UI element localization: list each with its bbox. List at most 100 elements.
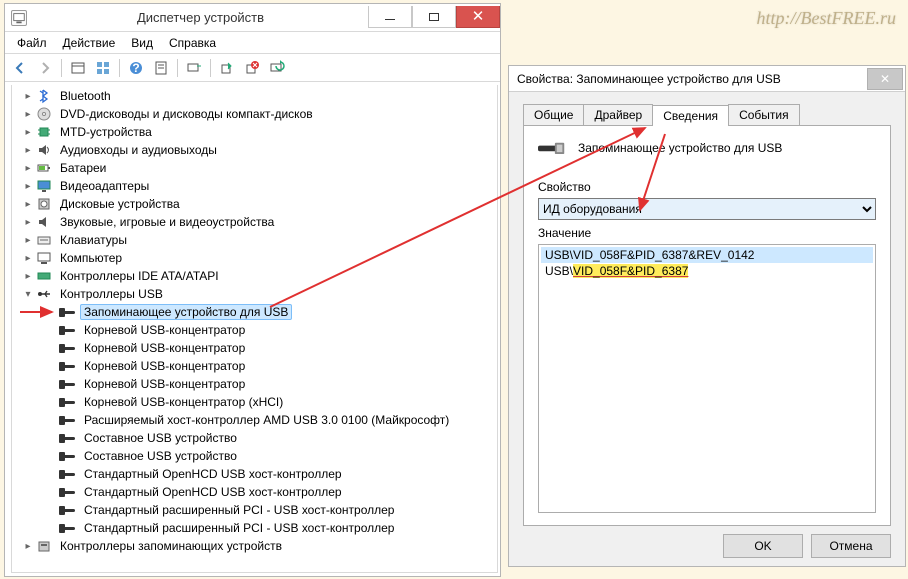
expand-icon[interactable]: ▸: [22, 540, 34, 552]
tree-device-item[interactable]: Корневой USB-концентратор: [44, 339, 497, 357]
tree-category[interactable]: ▸ DVD-дисководы и дисководы компакт-диско…: [18, 105, 497, 123]
menu-view[interactable]: Вид: [123, 34, 161, 52]
tree-category[interactable]: ▸Звуковые, игровые и видеоустройства: [18, 213, 497, 231]
tree-device-item[interactable]: Составное USB устройство: [44, 447, 497, 465]
expand-icon[interactable]: ▸: [22, 216, 34, 228]
usb-device-icon: [60, 358, 76, 374]
ok-button[interactable]: OK: [723, 534, 803, 558]
watermark-text: http://BestFREE.ru: [757, 8, 896, 29]
storage-icon: [36, 538, 52, 554]
tree-category[interactable]: ▸ Контроллеры запоминающих устройств: [18, 537, 497, 555]
expand-icon[interactable]: ▸: [22, 198, 34, 210]
tb-back-icon[interactable]: [9, 57, 31, 79]
tb-properties-icon[interactable]: [150, 57, 172, 79]
value-listbox[interactable]: USB\VID_058F&PID_6387&REV_0142USB\VID_05…: [538, 244, 876, 513]
tab-driver[interactable]: Драйвер: [583, 104, 653, 125]
tree-device-item[interactable]: Корневой USB-концентратор: [44, 321, 497, 339]
expand-icon[interactable]: ▸: [22, 234, 34, 246]
tb-scan-icon[interactable]: [183, 57, 205, 79]
tree-device-item[interactable]: Корневой USB-концентратор: [44, 375, 497, 393]
hardware-id-value[interactable]: USB\VID_058F&PID_6387&REV_0142: [541, 247, 873, 263]
tree-device-item[interactable]: Стандартный OpenHCD USB хост-контроллер: [44, 483, 497, 501]
tree-category[interactable]: ▸ Клавиатуры: [18, 231, 497, 249]
tree-device-label: Стандартный OpenHCD USB хост-контроллер: [80, 484, 346, 500]
tree-device-item[interactable]: Составное USB устройство: [44, 429, 497, 447]
tree-device-item[interactable]: Расширяемый хост-контроллер AMD USB 3.0 …: [44, 411, 497, 429]
tree-device-label: Запоминающее устройство для USB: [80, 304, 292, 320]
audio-icon: [36, 142, 52, 158]
property-select[interactable]: ИД оборудования: [538, 198, 876, 220]
menu-help[interactable]: Справка: [161, 34, 224, 52]
maximize-button[interactable]: [412, 6, 456, 28]
tree-device-item[interactable]: Корневой USB-концентратор: [44, 357, 497, 375]
expand-icon[interactable]: ▸: [22, 162, 34, 174]
cancel-button[interactable]: Отмена: [811, 534, 891, 558]
device-tree[interactable]: ▸ Bluetooth ▸ DVD-дисководы и дисководы ком…: [11, 85, 498, 573]
usb-device-icon: [60, 412, 76, 428]
tree-category[interactable]: ▸Контроллеры IDE ATA/ATAPI: [18, 267, 497, 285]
tree-category[interactable]: ▸Аудиовходы и аудиовыходы: [18, 141, 497, 159]
tree-category-label: Контроллеры запоминающих устройств: [56, 538, 286, 554]
display-icon: [36, 178, 52, 194]
tree-device-item[interactable]: Корневой USB-концентратор (xHCI): [44, 393, 497, 411]
usb-device-icon: [60, 502, 76, 518]
tree-category[interactable]: ▸MTD-устройства: [18, 123, 497, 141]
props-close-button[interactable]: ✕: [867, 68, 903, 90]
tree-device-label: Корневой USB-концентратор: [80, 358, 249, 374]
hardware-id-value[interactable]: USB\VID_058F&PID_6387: [541, 263, 873, 279]
expand-icon[interactable]: ▸: [22, 180, 34, 192]
tree-category-label: Клавиатуры: [56, 232, 131, 248]
tree-device-item[interactable]: Стандартный OpenHCD USB хост-контроллер: [44, 465, 497, 483]
tb-show-icon[interactable]: [67, 57, 89, 79]
tree-category-label: Контроллеры USB: [56, 286, 167, 302]
expand-icon[interactable]: ▸: [22, 270, 34, 282]
tb-refresh-icon[interactable]: [266, 57, 288, 79]
expand-icon[interactable]: ▸: [22, 126, 34, 138]
tree-device-label: Составное USB устройство: [80, 430, 241, 446]
tab-events[interactable]: События: [728, 104, 800, 125]
expand-icon[interactable]: ▸: [22, 144, 34, 156]
props-title: Свойства: Запоминающее устройство для US…: [509, 72, 867, 86]
collapse-icon[interactable]: ▾: [22, 288, 34, 300]
tb-update-icon[interactable]: [216, 57, 238, 79]
computer-icon: [36, 250, 52, 266]
tree-category[interactable]: ▸Батареи: [18, 159, 497, 177]
toolbar: ?: [5, 54, 500, 82]
tree-device-item[interactable]: Стандартный расширенный PCI - USB хост-к…: [44, 501, 497, 519]
tb-forward-icon[interactable]: [34, 57, 56, 79]
tree-category-label: Bluetooth: [56, 88, 115, 104]
properties-dialog: Свойства: Запоминающее устройство для US…: [508, 65, 906, 567]
dm-titlebar[interactable]: Диспетчер устройств ✕: [5, 4, 500, 32]
menu-bar: Файл Действие Вид Справка: [5, 32, 500, 54]
tree-category-label: DVD-дисководы и дисководы компакт-дисков: [56, 106, 317, 122]
menu-action[interactable]: Действие: [55, 34, 124, 52]
usb-device-icon: [60, 394, 76, 410]
minimize-button[interactable]: [368, 6, 412, 28]
expand-icon[interactable]: ▸: [22, 90, 34, 102]
tb-uninstall-icon[interactable]: [241, 57, 263, 79]
tree-device-label: Стандартный расширенный PCI - USB хост-к…: [80, 520, 398, 536]
tree-device-label: Составное USB устройство: [80, 448, 241, 464]
tab-details[interactable]: Сведения: [652, 105, 729, 126]
tree-category[interactable]: ▾ Контроллеры USB Запоминающее устройство …: [18, 285, 497, 537]
property-field-label: Свойство: [538, 180, 876, 194]
tree-device-item[interactable]: Стандартный расширенный PCI - USB хост-к…: [44, 519, 497, 537]
tree-device-item[interactable]: Запоминающее устройство для USB: [44, 303, 497, 321]
tree-category[interactable]: ▸Компьютер: [18, 249, 497, 267]
props-titlebar[interactable]: Свойства: Запоминающее устройство для US…: [509, 66, 905, 92]
close-button[interactable]: ✕: [456, 6, 500, 28]
tree-device-label: Расширяемый хост-контроллер AMD USB 3.0 …: [80, 412, 453, 428]
expand-icon[interactable]: ▸: [22, 252, 34, 264]
tb-details-icon[interactable]: [92, 57, 114, 79]
ide-icon: [36, 268, 52, 284]
expand-icon[interactable]: ▸: [22, 108, 34, 120]
tree-category[interactable]: ▸Дисковые устройства: [18, 195, 497, 213]
value-field-label: Значение: [538, 226, 876, 240]
usb-device-icon: [60, 322, 76, 338]
tree-category[interactable]: ▸Видеоадаптеры: [18, 177, 497, 195]
tb-help-icon[interactable]: ?: [125, 57, 147, 79]
menu-file[interactable]: Файл: [9, 34, 55, 52]
tree-category[interactable]: ▸ Bluetooth: [18, 87, 497, 105]
tree-device-label: Корневой USB-концентратор: [80, 340, 249, 356]
tab-general[interactable]: Общие: [523, 104, 584, 125]
